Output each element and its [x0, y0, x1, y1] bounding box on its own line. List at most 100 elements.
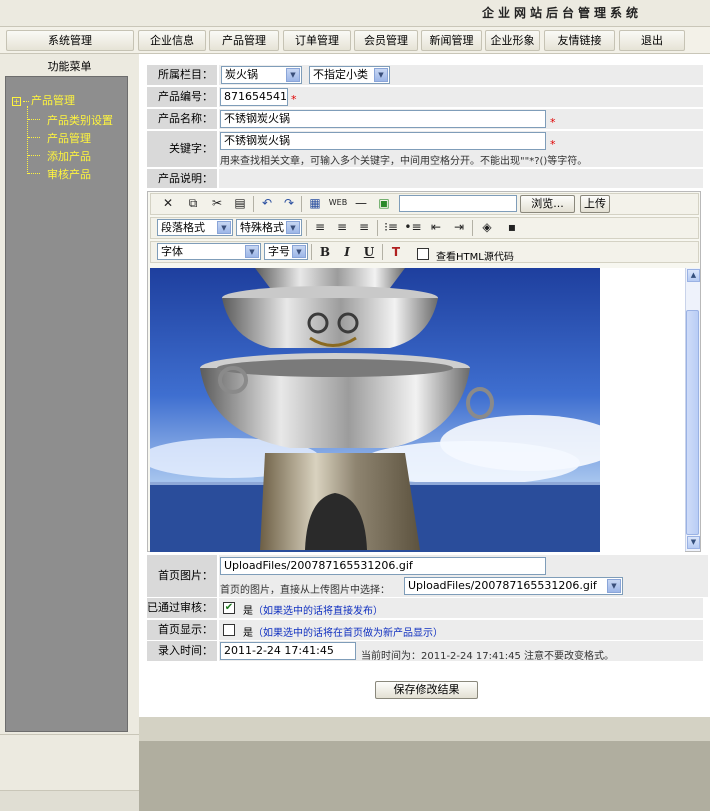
- tree-branch: [28, 173, 40, 174]
- approved-yes-label: 是: [243, 606, 253, 617]
- homepage-checkbox[interactable]: [223, 624, 235, 636]
- category-select[interactable]: 炭火锅 ▼: [221, 66, 302, 84]
- nav-system[interactable]: 系统管理: [6, 30, 134, 51]
- upload-file-path-input[interactable]: [399, 195, 517, 212]
- delete-icon[interactable]: ✕: [158, 194, 178, 212]
- toolbar-divider: [472, 220, 473, 236]
- sidebar-item-category-settings[interactable]: 产品类别设置: [47, 112, 113, 128]
- subcategory-select-value: 不指定小类: [313, 68, 368, 81]
- approved-hint: （如果选中的话将直接发布）: [253, 606, 383, 617]
- nav-products[interactable]: 产品管理: [209, 30, 279, 51]
- paragraph-format-value: 段落格式: [161, 221, 205, 234]
- font-size-select[interactable]: 字号 ▼: [264, 243, 308, 260]
- time-input[interactable]: 2011-2-24 17:41:45: [220, 642, 356, 660]
- tree-connector: [27, 106, 28, 174]
- underline-button[interactable]: U: [359, 243, 379, 261]
- toolbar-divider: [306, 220, 307, 236]
- font-family-select[interactable]: 字体 ▼: [157, 243, 261, 260]
- description-label: 产品说明：: [147, 169, 217, 188]
- homepage-yes-label: 是: [243, 628, 253, 639]
- indent-icon[interactable]: ⇥: [449, 218, 469, 236]
- eraser-icon[interactable]: ◈: [477, 218, 497, 236]
- font-family-value: 字体: [161, 245, 183, 258]
- chevron-down-icon: ▼: [607, 579, 621, 593]
- chevron-down-icon: ▼: [286, 68, 300, 82]
- required-mark: *: [291, 93, 297, 106]
- nav-company-image[interactable]: 企业形象: [485, 30, 540, 51]
- keywords-hint: 用来查找相关文章，可输入多个关键字，中间用空格分开。不能出现""*?()等字符。: [220, 156, 588, 167]
- redo-icon[interactable]: ↷: [279, 194, 299, 212]
- special-format-select[interactable]: 特殊格式 ▼: [236, 219, 302, 236]
- paragraph-format-select[interactable]: 段落格式 ▼: [157, 219, 233, 236]
- paste-icon[interactable]: ▤: [230, 194, 250, 212]
- time-hint: 当前时间为：2011-2-24 17:41:45 注意不要改变格式。: [361, 651, 615, 662]
- web-link-icon[interactable]: WEB: [328, 194, 348, 212]
- unordered-list-icon[interactable]: •≡: [403, 218, 423, 236]
- bold-button[interactable]: B: [315, 243, 335, 261]
- chevron-down-icon: ▼: [286, 221, 300, 234]
- view-html-label: 查看HTML源代码: [436, 252, 514, 263]
- approved-checkbox[interactable]: ✔: [223, 602, 235, 614]
- subcategory-select[interactable]: 不指定小类 ▼: [309, 66, 390, 84]
- horizontal-rule-icon[interactable]: —: [351, 194, 371, 212]
- align-right-icon[interactable]: ≡: [354, 218, 374, 236]
- system-title: 企业网站后台管理系统: [482, 6, 643, 20]
- name-input[interactable]: 不锈钢炭火锅: [220, 110, 546, 128]
- outdent-icon[interactable]: ⇤: [426, 218, 446, 236]
- chevron-down-icon: ▼: [245, 245, 259, 258]
- image-path-input[interactable]: UploadFiles/200787165531206.gif: [220, 557, 546, 575]
- homepage-label: 首页显示：: [147, 620, 217, 640]
- italic-button[interactable]: I: [337, 243, 357, 261]
- sidebar-item-product-manage[interactable]: 产品管理: [47, 130, 91, 146]
- text-color-icon[interactable]: T: [386, 243, 406, 261]
- chevron-down-icon: ▼: [374, 68, 388, 82]
- time-label: 录入时间：: [147, 641, 217, 661]
- tree-root-label: 产品管理: [31, 94, 75, 107]
- align-left-icon[interactable]: ≡: [310, 218, 330, 236]
- ordered-list-icon[interactable]: ⁝≡: [381, 218, 401, 236]
- nav-company-info[interactable]: 企业信息: [138, 30, 206, 51]
- code-input[interactable]: 8716545416: [220, 88, 288, 106]
- expand-icon[interactable]: +: [12, 96, 21, 106]
- scrollbar-thumb[interactable]: [686, 310, 699, 535]
- editor-blank-area: [600, 268, 685, 552]
- toolbar-divider: [377, 220, 378, 236]
- footer-strip: [139, 717, 710, 741]
- image-select[interactable]: UploadFiles/200787165531206.gif ▼: [404, 577, 623, 595]
- scroll-down-icon[interactable]: ▼: [687, 536, 700, 549]
- scroll-up-icon[interactable]: ▲: [687, 269, 700, 282]
- name-label: 产品名称：: [147, 109, 217, 129]
- table-icon[interactable]: ▦: [305, 194, 325, 212]
- insert-image-icon[interactable]: ▣: [374, 194, 394, 212]
- undo-icon[interactable]: ↶: [257, 194, 277, 212]
- save-icon[interactable]: ▪: [502, 218, 522, 236]
- browse-button[interactable]: 浏览...: [520, 195, 575, 213]
- tree-branch: [28, 155, 40, 156]
- top-nav: 系统管理 企业信息 产品管理 订单管理 会员管理 新闻管理 企业形象 友情链接 …: [0, 26, 710, 54]
- keywords-input[interactable]: 不锈钢炭火锅: [220, 132, 546, 150]
- font-size-value: 字号: [268, 245, 290, 258]
- nav-links[interactable]: 友情链接: [544, 30, 615, 51]
- sidebar-item-review-product[interactable]: 审核产品: [47, 166, 91, 182]
- special-format-value: 特殊格式: [240, 221, 284, 234]
- nav-news[interactable]: 新闻管理: [421, 30, 482, 51]
- align-center-icon[interactable]: ≡: [332, 218, 352, 236]
- code-label: 产品编号：: [147, 87, 217, 107]
- category-select-value: 炭火锅: [225, 68, 258, 81]
- tree-root-products[interactable]: + 产品管理: [12, 92, 75, 108]
- description-cell: [219, 169, 703, 188]
- toolbar-divider: [382, 244, 383, 260]
- save-button[interactable]: 保存修改结果: [375, 681, 478, 699]
- nav-orders[interactable]: 订单管理: [283, 30, 351, 51]
- nav-members[interactable]: 会员管理: [354, 30, 418, 51]
- copy-icon[interactable]: ⧉: [183, 194, 203, 212]
- sidebar-item-add-product[interactable]: 添加产品: [47, 148, 91, 164]
- upload-button[interactable]: 上传: [580, 195, 610, 213]
- required-mark: *: [550, 138, 556, 151]
- view-html-checkbox[interactable]: [417, 248, 429, 260]
- image-select-value: UploadFiles/200787165531206.gif: [408, 579, 597, 592]
- toolbar-divider: [301, 196, 302, 212]
- product-photo: [150, 268, 600, 552]
- cut-icon[interactable]: ✂: [207, 194, 227, 212]
- nav-logout[interactable]: 退出: [619, 30, 685, 51]
